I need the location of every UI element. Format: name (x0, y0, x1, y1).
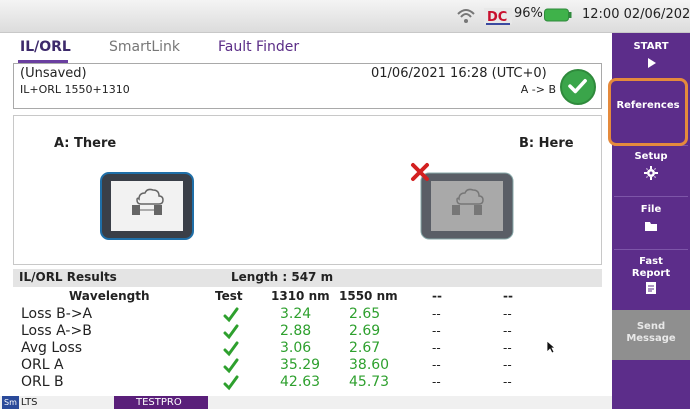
row-label: ORL B (21, 374, 64, 390)
value-1310: 3.06 (280, 340, 312, 356)
device-a-icon (100, 172, 194, 240)
value-empty: -- (432, 341, 441, 355)
value-empty: -- (503, 358, 512, 372)
wifi-icon (457, 9, 475, 23)
svg-text:DC: DC (487, 10, 507, 25)
play-icon (648, 58, 656, 68)
col-1550: 1550 nm (339, 289, 398, 303)
start-label: START (633, 41, 669, 52)
start-button[interactable]: START (612, 41, 690, 81)
file-name: (Unsaved) (20, 66, 87, 81)
value-1310: 2.88 (280, 323, 312, 339)
status-bar: DC 96% 12:00 02/06/2021 (0, 0, 690, 33)
link-diagram: A: There B: Here (13, 115, 602, 265)
value-empty: -- (432, 324, 441, 338)
gear-icon (644, 166, 658, 180)
device-b-icon (420, 172, 514, 240)
test-config: IL+ORL 1550+1310 (20, 83, 130, 96)
tab-fault-finder[interactable]: Fault Finder (218, 39, 299, 55)
table-row: Loss B->A 3.24 2.65 -- -- (13, 306, 602, 323)
test-datetime: 01/06/2021 16:28 (UTC+0) (371, 66, 547, 81)
value-1550: 2.67 (349, 340, 381, 356)
value-empty: -- (432, 358, 441, 372)
value-1550: 45.73 (349, 374, 390, 390)
fast-report-label: Fast Report (631, 256, 671, 279)
lts-indicator[interactable]: Sm LTS (0, 396, 38, 409)
row-label: Avg Loss (21, 340, 83, 356)
lts-badge: Sm (2, 396, 19, 409)
value-empty: -- (503, 375, 512, 389)
value-empty: -- (503, 307, 512, 321)
lts-label: LTS (20, 397, 38, 408)
setup-label: Setup (634, 151, 668, 162)
divider (614, 249, 688, 250)
file-button[interactable]: File (612, 204, 690, 248)
clock: 12:00 02/06/2021 (582, 7, 690, 22)
battery-percent: 96% (514, 6, 543, 21)
table-row: ORL A 35.29 38.60 -- -- (13, 357, 602, 374)
pass-check-icon (223, 358, 239, 374)
error-x-icon (411, 163, 429, 181)
report-icon (646, 282, 656, 294)
pass-check-icon (223, 307, 239, 323)
testpro-button[interactable]: TESTPRO (114, 396, 208, 409)
mouse-pointer-icon (546, 340, 556, 354)
battery-icon (544, 8, 572, 22)
send-message-label: Send Message (626, 321, 676, 344)
row-label: Loss B->A (21, 306, 93, 322)
fiber-length: Length : 547 m (231, 270, 334, 284)
label-a: A: There (54, 136, 117, 151)
value-empty: -- (503, 341, 512, 355)
divider (614, 196, 688, 197)
references-button[interactable]: References (608, 78, 688, 146)
table-row: ORL B 42.63 45.73 -- -- (13, 374, 602, 391)
value-empty: -- (432, 375, 441, 389)
fast-report-button[interactable]: Fast Report (612, 256, 690, 308)
value-1550: 2.65 (349, 306, 381, 322)
testpro-label: TESTPRO (136, 397, 182, 408)
tab-smartlink[interactable]: SmartLink (109, 39, 180, 55)
row-label: ORL A (21, 357, 64, 373)
value-empty: -- (432, 307, 441, 321)
pass-check-icon (223, 375, 239, 391)
row-label: Loss A->B (21, 323, 92, 339)
results-title: IL/ORL Results (19, 270, 117, 284)
col-wavelength: Wavelength (69, 289, 150, 303)
col-empty-2: -- (503, 289, 513, 303)
references-label: References (616, 100, 680, 111)
bottom-bar: Sm LTS TESTPRO (0, 396, 612, 409)
tab-bar: IL/ORL SmartLink Fault Finder (0, 33, 612, 63)
value-empty: -- (503, 324, 512, 338)
col-empty-1: -- (432, 289, 442, 303)
value-1310: 3.24 (280, 306, 312, 322)
results-header: IL/ORL Results Length : 547 m (13, 269, 602, 287)
folder-icon (645, 222, 657, 231)
value-1550: 38.60 (349, 357, 390, 373)
dc-power-icon: DC (484, 8, 512, 25)
label-b: B: Here (519, 136, 574, 151)
file-label: File (640, 204, 662, 215)
measurement-info: (Unsaved) IL+ORL 1550+1310 01/06/2021 16… (13, 63, 602, 109)
tab-il-orl[interactable]: IL/ORL (20, 39, 71, 55)
value-1310: 35.29 (280, 357, 321, 373)
table-row: Loss A->B 2.88 2.69 -- -- (13, 323, 602, 340)
test-direction: A -> B (520, 83, 556, 96)
pass-check-icon (223, 341, 239, 357)
table-row: Avg Loss 3.06 2.67 -- -- (13, 340, 602, 357)
pass-check-icon (223, 324, 239, 340)
results-table: IL/ORL Results Length : 547 m Wavelength… (13, 269, 602, 393)
col-1310: 1310 nm (271, 289, 330, 303)
value-1550: 2.69 (349, 323, 381, 339)
value-1310: 42.63 (280, 374, 321, 390)
setup-button[interactable]: Setup (612, 151, 690, 199)
col-test: Test (215, 289, 243, 303)
pass-status-icon (560, 69, 596, 105)
send-message-button[interactable]: Send Message (612, 310, 690, 360)
